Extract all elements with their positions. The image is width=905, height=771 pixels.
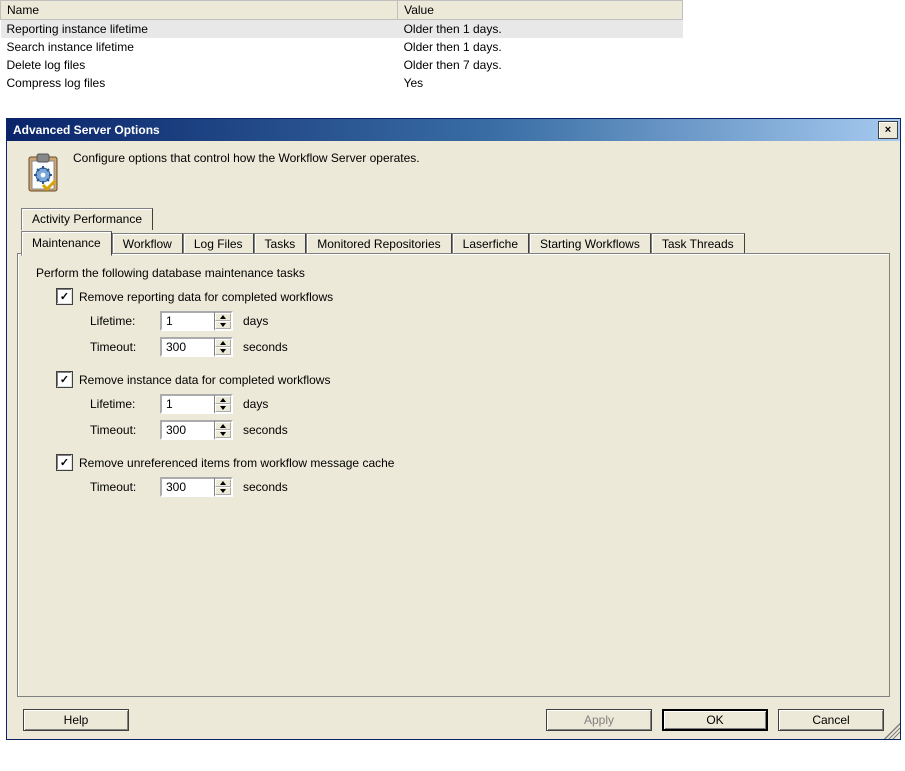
cell-name: Delete log files [1,56,398,74]
help-button[interactable]: Help [23,709,129,731]
tab-log-files[interactable]: Log Files [183,233,254,255]
tab-maintenance[interactable]: Maintenance [21,231,112,256]
checkbox-remove-instance[interactable]: ✓ [56,371,73,388]
tab-monitored-repositories[interactable]: Monitored Repositories [306,233,451,255]
advanced-server-options-dialog: Advanced Server Options × Configure o [6,118,901,740]
spin-up-icon[interactable] [215,313,231,321]
ok-button[interactable]: OK [662,709,768,731]
input-instance-timeout[interactable] [160,420,214,440]
cell-value: Older then 7 days. [398,56,683,74]
spin-up-icon[interactable] [215,479,231,487]
spin-down-icon[interactable] [215,430,231,438]
title-bar[interactable]: Advanced Server Options × [7,119,900,141]
spin-down-icon[interactable] [215,321,231,329]
table-row[interactable]: Search instance lifetimeOlder then 1 day… [1,38,683,56]
unit-instance-lifetime: days [243,397,268,411]
label-remove-reporting: Remove reporting data for completed work… [79,290,333,304]
label-remove-instance: Remove instance data for completed workf… [79,373,330,387]
cell-value: Older then 1 days. [398,38,683,56]
tab-task-threads[interactable]: Task Threads [651,233,745,255]
label-instance-lifetime: Lifetime: [90,397,152,411]
tab-row-upper: Activity Performance [17,207,890,229]
table-row[interactable]: Reporting instance lifetimeOlder then 1 … [1,20,683,39]
col-name[interactable]: Name [1,1,398,20]
spin-up-icon[interactable] [215,422,231,430]
tab-workflow[interactable]: Workflow [112,233,183,255]
input-cache-timeout[interactable] [160,477,214,497]
tab-page-maintenance: Perform the following database maintenan… [17,253,890,697]
resize-grip-icon[interactable] [884,723,900,739]
label-remove-cache: Remove unreferenced items from workflow … [79,456,394,470]
apply-button[interactable]: Apply [546,709,652,731]
col-value[interactable]: Value [398,1,683,20]
spin-up-icon[interactable] [215,339,231,347]
tab-laserfiche[interactable]: Laserfiche [452,233,529,255]
checkbox-remove-cache[interactable]: ✓ [56,454,73,471]
input-reporting-lifetime[interactable] [160,311,214,331]
cancel-button[interactable]: Cancel [778,709,884,731]
cell-name: Search instance lifetime [1,38,398,56]
background-properties-table: Name Value Reporting instance lifetimeOl… [0,0,683,92]
maintenance-heading: Perform the following database maintenan… [36,266,873,280]
spin-up-icon[interactable] [215,396,231,404]
cell-name: Compress log files [1,74,398,92]
cell-value: Older then 1 days. [398,20,683,39]
table-row[interactable]: Compress log filesYes [1,74,683,92]
tab-starting-workflows[interactable]: Starting Workflows [529,233,651,255]
checkbox-remove-reporting[interactable]: ✓ [56,288,73,305]
cell-name: Reporting instance lifetime [1,20,398,39]
label-cache-timeout: Timeout: [90,480,152,494]
label-reporting-timeout: Timeout: [90,340,152,354]
unit-cache-timeout: seconds [243,480,288,494]
input-reporting-timeout[interactable] [160,337,214,357]
spin-down-icon[interactable] [215,347,231,355]
close-icon[interactable]: × [878,121,898,139]
unit-reporting-lifetime: days [243,314,268,328]
unit-reporting-timeout: seconds [243,340,288,354]
unit-instance-timeout: seconds [243,423,288,437]
dialog-title: Advanced Server Options [13,119,876,141]
label-instance-timeout: Timeout: [90,423,152,437]
spin-down-icon[interactable] [215,404,231,412]
label-reporting-lifetime: Lifetime: [90,314,152,328]
spin-down-icon[interactable] [215,487,231,495]
tab-tasks[interactable]: Tasks [254,233,307,255]
cell-value: Yes [398,74,683,92]
gear-clipboard-icon [23,151,63,195]
table-row[interactable]: Delete log filesOlder then 7 days. [1,56,683,74]
tab-activity-performance[interactable]: Activity Performance [21,208,153,230]
input-instance-lifetime[interactable] [160,394,214,414]
tab-row-main: MaintenanceWorkflowLog FilesTasksMonitor… [17,229,890,254]
dialog-hint: Configure options that control how the W… [73,151,420,165]
